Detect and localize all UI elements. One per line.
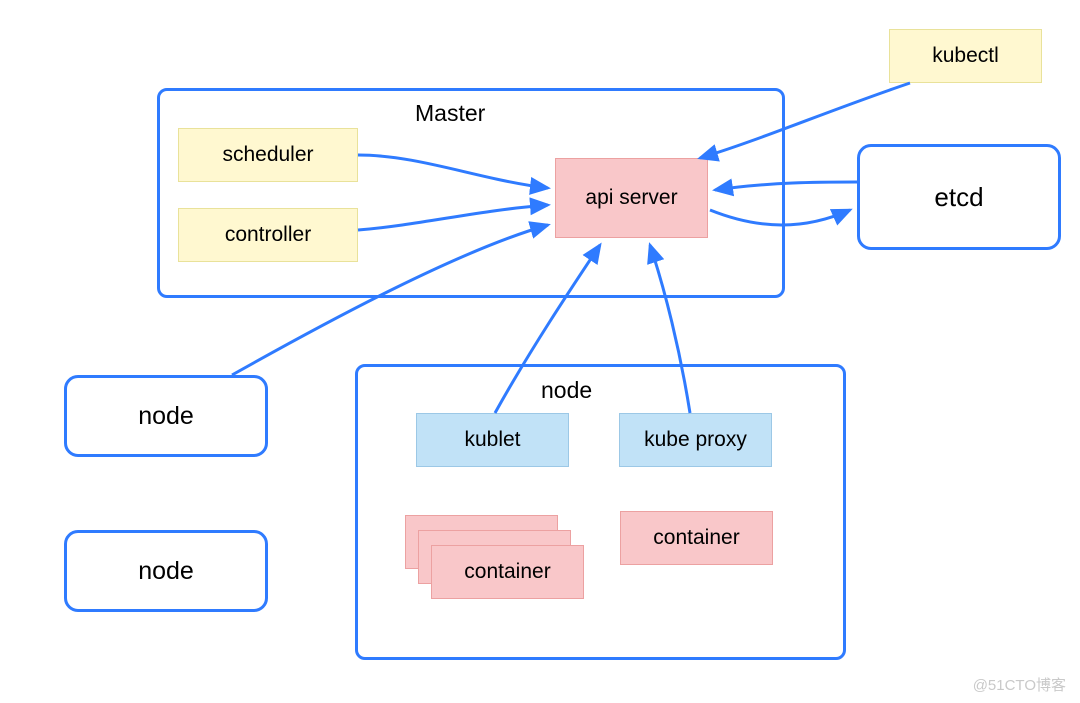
api-server-label: api server [585, 186, 677, 210]
watermark: @51CTO博客 [973, 674, 1066, 695]
node-label-2: node [138, 557, 194, 586]
node-box-2: node [64, 530, 268, 612]
scheduler-label: scheduler [222, 143, 313, 167]
controller-box: controller [178, 208, 358, 262]
controller-label: controller [225, 223, 311, 247]
kubectl-label: kubectl [932, 44, 999, 68]
api-server-box: api server [555, 158, 708, 238]
etcd-label: etcd [934, 182, 983, 213]
kube-proxy-box: kube proxy [619, 413, 772, 467]
kubectl-box: kubectl [889, 29, 1042, 83]
kublet-label: kublet [464, 428, 520, 452]
kublet-box: kublet [416, 413, 569, 467]
node-box-1: node [64, 375, 268, 457]
container-stack-front: container [431, 545, 584, 599]
node-detail-title: node [541, 377, 592, 404]
node-label-1: node [138, 402, 194, 431]
kube-proxy-label: kube proxy [644, 428, 747, 452]
container-single-box: container [620, 511, 773, 565]
etcd-box: etcd [857, 144, 1061, 250]
scheduler-box: scheduler [178, 128, 358, 182]
master-title: Master [415, 100, 485, 127]
container-stack-label: container [464, 560, 550, 584]
container-single-label: container [653, 526, 739, 550]
